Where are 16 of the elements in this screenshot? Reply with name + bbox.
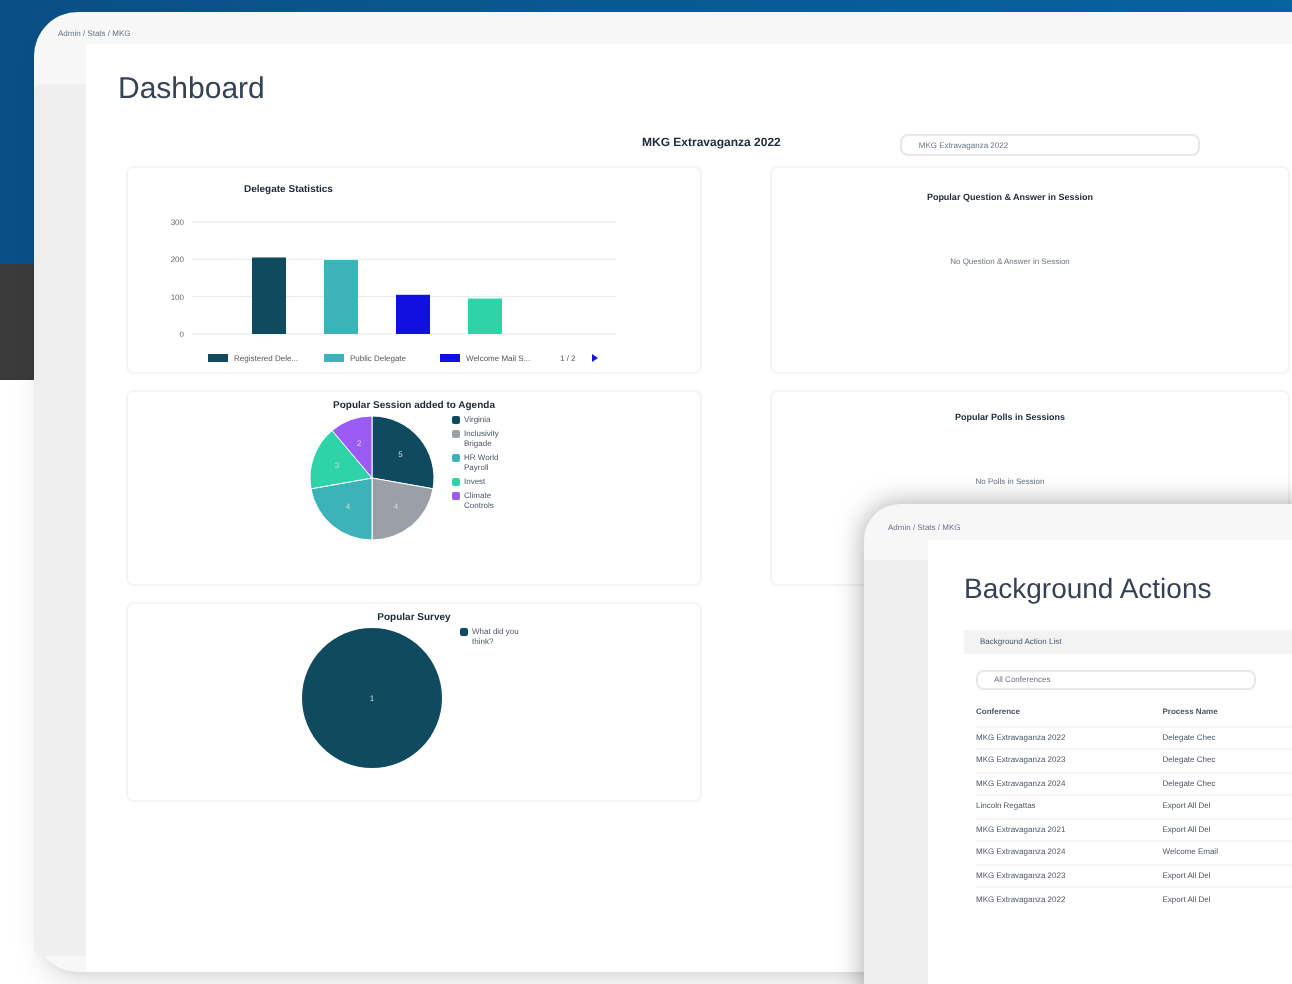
bar bbox=[396, 294, 430, 334]
legend-swatch bbox=[452, 492, 460, 500]
bar bbox=[468, 298, 502, 334]
legend-swatch bbox=[452, 454, 460, 462]
page-title: Background Actions bbox=[964, 570, 1214, 608]
legend-swatch bbox=[460, 628, 468, 636]
page-title: Dashboard bbox=[118, 70, 267, 110]
legend-swatch bbox=[440, 354, 460, 362]
legend-swatch bbox=[452, 430, 460, 438]
legend-swatch bbox=[452, 478, 460, 486]
legend-swatch bbox=[208, 354, 228, 362]
next-page-icon[interactable] bbox=[592, 354, 598, 362]
bar bbox=[324, 260, 358, 334]
bar bbox=[252, 257, 286, 334]
legend-swatch bbox=[452, 416, 460, 424]
legend-swatch bbox=[324, 354, 344, 362]
